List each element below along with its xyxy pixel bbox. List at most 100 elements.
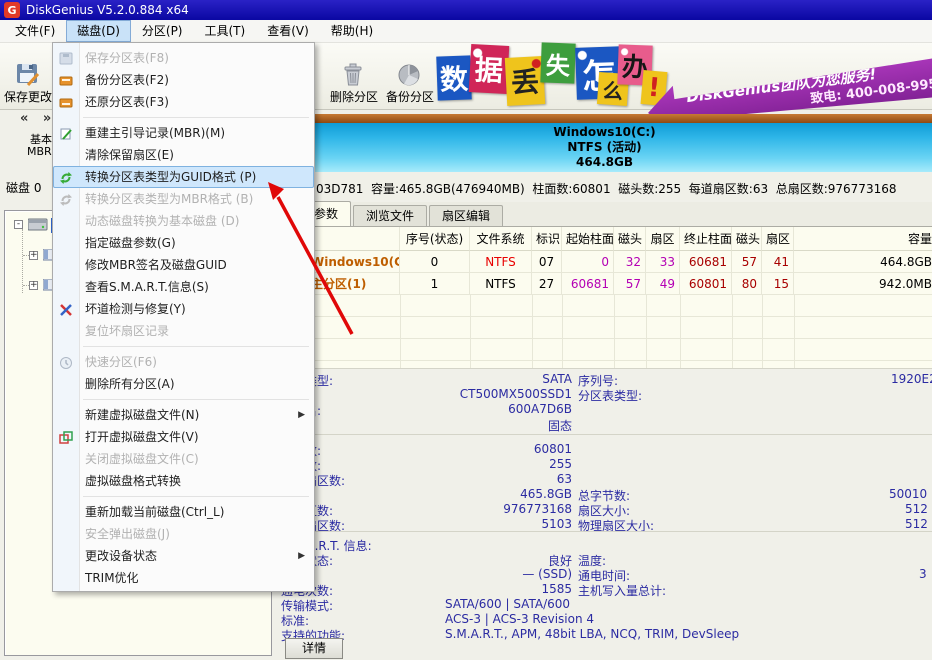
menu-item-label: 转换分区表类型为GUID格式 (P) <box>85 170 256 184</box>
cell: 27 <box>532 273 562 295</box>
cell: 41 <box>762 251 794 273</box>
column-header[interactable]: 磁头 <box>732 227 762 251</box>
disk-type-label-line2: MBR <box>27 145 52 158</box>
param-value: 1920E2 <box>891 372 932 386</box>
param-value: 976773168 <box>340 502 572 516</box>
param-value: 5103 <box>340 517 572 531</box>
menu-item-label: 坏道检测与修复(Y) <box>85 302 186 316</box>
column-header[interactable]: 文件系统 <box>470 227 532 251</box>
param-value: 1585 <box>340 582 572 596</box>
table-row-windows10c[interactable]: Windows10(C:) 0 NTFS 07 0 32 33 60681 57… <box>277 251 932 273</box>
menu-item-delete-all-partitions[interactable]: 删除所有分区(A) <box>53 373 314 395</box>
cell: 32 <box>614 251 646 273</box>
backup-partition-label: 备份分区 <box>386 88 434 105</box>
backup-box-icon <box>59 73 73 87</box>
svg-text:G: G <box>7 4 16 17</box>
column-header[interactable]: 序号(状态) <box>400 227 470 251</box>
column-header[interactable]: 容量 <box>794 227 932 251</box>
menu-item-open-virtual-disk-file[interactable]: 打开虚拟磁盘文件(V) <box>53 426 314 448</box>
tree-expander-expand[interactable]: + <box>29 281 38 290</box>
menu-item-trim-optimize[interactable]: TRIM优化 <box>53 567 314 589</box>
param-value: 3 <box>919 567 927 581</box>
menu-item-reload-current-disk[interactable]: 重新加载当前磁盘(Ctrl_L) <box>53 501 314 523</box>
table-row-primary1[interactable]: 主分区(1) 1 NTFS 27 60681 57 49 60801 80 15… <box>277 273 932 295</box>
ad-tile: 失 <box>540 42 575 83</box>
column-header[interactable]: 起始柱面 <box>562 227 614 251</box>
backup-partition-button[interactable]: 备份分区 <box>382 45 438 107</box>
param-value: 63 <box>340 472 572 486</box>
param-value: 600A7D6B <box>340 402 572 416</box>
partition-block-size: 464.8GB <box>576 155 633 170</box>
param-value: 465.8GB <box>340 487 572 501</box>
column-header[interactable]: 扇区 <box>762 227 794 251</box>
param-value: SATA/600 | SATA/600 <box>445 597 570 611</box>
cell: 0 <box>562 251 614 273</box>
cell: 1 <box>400 273 470 295</box>
save-changes-button[interactable]: 保存更改 <box>0 45 56 107</box>
window-title: DiskGenius V5.2.0.884 x64 <box>26 3 189 17</box>
menu-item-convert-to-mbr[interactable]: 转换分区表类型为MBR格式 (B) <box>53 188 314 210</box>
param-value: ACS-3 | ACS-3 Revision 4 <box>445 612 594 626</box>
param-label: 主机写入量总计: <box>578 582 666 599</box>
menu-item-label: 删除所有分区(A) <box>85 377 175 391</box>
cell: 942.0MB <box>794 273 932 295</box>
menu-separator <box>53 342 314 351</box>
menubar-item-file[interactable]: 文件(F) <box>4 20 66 42</box>
menu-item-dynamic-to-basic[interactable]: 动态磁盘转换为基本磁盘 (D) <box>53 210 314 232</box>
menu-item-label: 转换分区表类型为MBR格式 (B) <box>85 192 253 206</box>
partition-table: 序号(状态) 文件系统 标识 起始柱面 磁头 扇区 终止柱面 磁头 扇区 容量 … <box>277 227 932 295</box>
menu-item-label: 清除保留扇区(E) <box>85 148 174 162</box>
menubar-item-tools[interactable]: 工具(T) <box>194 20 257 42</box>
restore-box-icon <box>59 95 73 109</box>
details-button[interactable]: 详情 <box>285 638 343 659</box>
tree-expander-collapse[interactable]: - <box>14 220 23 229</box>
menu-item-label: TRIM优化 <box>85 571 139 585</box>
cell: 33 <box>646 251 680 273</box>
disk-index-label: 磁盘 0 <box>6 179 41 196</box>
disk-icon <box>28 218 48 231</box>
menu-item-restore-partition-table[interactable]: 还原分区表(F3) <box>53 91 314 113</box>
column-header[interactable]: 标识 <box>532 227 562 251</box>
menu-item-view-smart-info[interactable]: 查看S.M.A.R.T.信息(S) <box>53 276 314 298</box>
menu-item-convert-to-guid[interactable]: 转换分区表类型为GUID格式 (P) <box>53 166 314 188</box>
menubar-item-view[interactable]: 查看(V) <box>256 20 320 42</box>
menu-separator <box>53 113 314 122</box>
menu-item-close-virtual-disk-file[interactable]: 关闭虚拟磁盘文件(C) <box>53 448 314 470</box>
menubar-item-help[interactable]: 帮助(H) <box>320 20 384 42</box>
menubar-item-disk[interactable]: 磁盘(D) <box>66 20 131 42</box>
convert-mbr-icon <box>59 192 73 206</box>
menu-item-safe-eject-disk[interactable]: 安全弹出磁盘(J) <box>53 523 314 545</box>
cell: 60681 <box>680 251 732 273</box>
submenu-arrow-icon: ▶ <box>298 404 305 426</box>
menu-item-bad-track-check-repair[interactable]: 坏道检测与修复(Y) <box>53 298 314 320</box>
partition-block-c[interactable]: Windows10(C:) NTFS (活动) 464.8GB <box>277 123 932 172</box>
menu-item-save-partition-table[interactable]: 保存分区表(F8) <box>53 47 314 69</box>
menu-item-label: 动态磁盘转换为基本磁盘 (D) <box>85 214 239 228</box>
menu-item-label: 更改设备状态 <box>85 549 157 563</box>
ad-tile: 丢 <box>505 56 545 106</box>
menu-item-label: 保存分区表(F8) <box>85 51 169 65</box>
column-header[interactable]: 磁头 <box>614 227 646 251</box>
clock-icon <box>59 355 73 369</box>
menu-item-quick-partition[interactable]: 快速分区(F6) <box>53 351 314 373</box>
tree-expander-expand[interactable]: + <box>29 251 38 260</box>
delete-partition-button[interactable]: 删除分区 <box>326 45 382 107</box>
menu-item-virtual-disk-format-convert[interactable]: 虚拟磁盘格式转换 <box>53 470 314 492</box>
menu-item-change-mbr-signature-guid[interactable]: 修改MBR签名及磁盘GUID <box>53 254 314 276</box>
column-header[interactable]: 扇区 <box>646 227 680 251</box>
menu-item-reset-bad-sector-records[interactable]: 复位坏扇区记录 <box>53 320 314 342</box>
save-changes-label: 保存更改 <box>4 88 52 105</box>
menubar-item-partition[interactable]: 分区(P) <box>131 20 194 42</box>
column-header[interactable]: 终止柱面 <box>680 227 732 251</box>
menu-item-backup-partition-table[interactable]: 备份分区表(F2) <box>53 69 314 91</box>
tab-sector-edit[interactable]: 扇区编辑 <box>429 205 503 226</box>
menu-item-clear-reserved-sectors[interactable]: 清除保留扇区(E) <box>53 144 314 166</box>
cell: NTFS <box>470 273 532 295</box>
menu-item-set-disk-parameters[interactable]: 指定磁盘参数(G) <box>53 232 314 254</box>
menu-item-rebuild-mbr[interactable]: 重建主引导记录(MBR)(M) <box>53 122 314 144</box>
partition-scroll-arrows[interactable]: « » <box>20 111 56 126</box>
titlebar: G DiskGenius V5.2.0.884 x64 <box>0 0 932 20</box>
tab-browse-files[interactable]: 浏览文件 <box>353 205 427 226</box>
menu-item-new-virtual-disk-file[interactable]: 新建虚拟磁盘文件(N) ▶ <box>53 404 314 426</box>
menu-item-change-device-status[interactable]: 更改设备状态 ▶ <box>53 545 314 567</box>
